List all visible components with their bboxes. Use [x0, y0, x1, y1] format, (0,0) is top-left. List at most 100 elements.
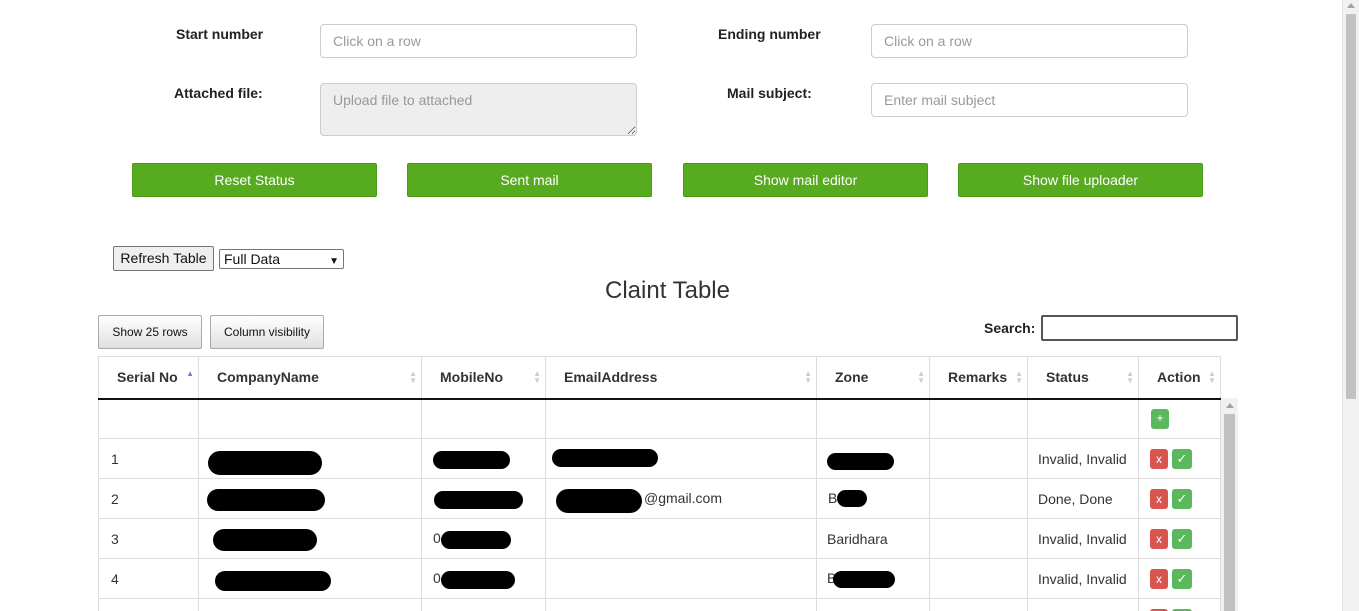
show-rows-button[interactable]: Show 25 rows: [98, 315, 202, 349]
mobile-cell: [421, 478, 546, 519]
remarks-cell: [929, 558, 1028, 599]
email-cell: [545, 558, 817, 599]
action-cell: [1138, 598, 1221, 611]
start-number-input[interactable]: [320, 24, 637, 58]
table-row[interactable]: 1 Invalid, Invalid x ✓: [98, 438, 1221, 479]
sort-icon: ▲ ▼: [409, 369, 417, 385]
data-filter-select-value: Full Data: [224, 251, 281, 267]
page-scrollbar[interactable]: [1342, 0, 1359, 611]
column-header-serial[interactable]: Serial No ▲ ▼: [98, 356, 199, 400]
table-cell[interactable]: [198, 398, 422, 439]
attached-file-textarea[interactable]: [320, 83, 637, 136]
company-cell: [198, 518, 422, 559]
table-scrollbar[interactable]: [1221, 398, 1238, 611]
approve-row-button[interactable]: ✓: [1172, 488, 1192, 509]
redaction-mark: [207, 489, 325, 511]
data-filter-select[interactable]: Full Data ▼: [219, 249, 344, 269]
table-header-row: Serial No ▲ ▼ CompanyName ▲ ▼ MobileNo ▲ ▼ Ema…: [98, 356, 1221, 400]
sent-mail-button[interactable]: Sent mail: [407, 163, 652, 197]
sort-icon: ▲ ▼: [533, 369, 541, 385]
email-cell: @gmail.com: [545, 478, 817, 519]
table-title: Claint Table: [605, 277, 730, 304]
table-cell[interactable]: [545, 398, 817, 439]
column-header-status[interactable]: Status ▲ ▼: [1027, 356, 1139, 400]
action-cell: x ✓: [1138, 558, 1221, 599]
table-cell[interactable]: [929, 398, 1028, 439]
serial-cell: 1: [98, 438, 199, 479]
column-header-action[interactable]: Action ▲ ▼: [1138, 356, 1221, 400]
redaction-mark: [213, 529, 317, 551]
column-header-label: CompanyName: [217, 369, 319, 386]
delete-row-button[interactable]: x: [1150, 488, 1168, 509]
table-cell: [545, 598, 817, 611]
column-visibility-button[interactable]: Column visibility: [210, 315, 324, 349]
table-scrollbar-thumb[interactable]: [1224, 414, 1235, 611]
zone-cell: B ara: [816, 478, 930, 519]
table-cell[interactable]: [98, 398, 199, 439]
search-input[interactable]: [1041, 315, 1238, 341]
status-cell: Invalid, Invalid: [1027, 518, 1139, 559]
show-mail-editor-button[interactable]: Show mail editor: [683, 163, 928, 197]
show-file-uploader-button[interactable]: Show file uploader: [958, 163, 1203, 197]
search-label: Search:: [984, 320, 1036, 336]
column-header-zone[interactable]: Zone ▲ ▼: [816, 356, 930, 400]
approve-row-button[interactable]: ✓: [1172, 528, 1192, 549]
redaction-mark: [441, 531, 511, 549]
table-row-new: +: [98, 398, 1221, 439]
sort-icon: ▲ ▼: [1126, 369, 1134, 385]
table-cell: [198, 598, 422, 611]
redaction-mark: [552, 449, 658, 467]
zone-cell: B: [816, 558, 930, 599]
page-scrollbar-thumb[interactable]: [1346, 14, 1356, 399]
column-header-remarks[interactable]: Remarks ▲ ▼: [929, 356, 1028, 400]
column-header-label: Status: [1046, 369, 1089, 386]
redaction-mark: [215, 571, 331, 591]
email-text: @gmail.com: [644, 490, 723, 506]
table-row[interactable]: 2 @gmail.com B ara Done, Done x✓: [98, 478, 1221, 519]
email-cell: [545, 438, 817, 479]
mobile-cell: [421, 438, 546, 479]
table-cell[interactable]: [816, 398, 930, 439]
start-number-label: Start number: [176, 26, 264, 42]
ending-number-input[interactable]: [871, 24, 1188, 58]
status-cell: Invalid, Invalid: [1027, 438, 1139, 479]
redaction-mark: [556, 489, 642, 513]
delete-row-button[interactable]: x: [1150, 528, 1168, 549]
chevron-down-icon: ▼: [329, 256, 339, 267]
table-cell[interactable]: [421, 398, 546, 439]
column-header-company[interactable]: CompanyName ▲ ▼: [198, 356, 422, 400]
serial-cell: 2: [98, 478, 199, 519]
table-row[interactable]: [98, 598, 1221, 611]
column-header-label: Remarks: [948, 369, 1008, 386]
delete-row-button[interactable]: x: [1150, 448, 1168, 469]
approve-row-button[interactable]: ✓: [1172, 568, 1192, 589]
approve-row-button[interactable]: ✓: [1172, 448, 1192, 469]
table-cell[interactable]: [1027, 398, 1139, 439]
status-cell: Done, Done: [1027, 478, 1139, 519]
delete-row-button[interactable]: x: [1150, 568, 1168, 589]
mail-subject-label: Mail subject:: [727, 85, 812, 101]
mobile-cell: 0 49: [421, 518, 546, 559]
table-scroll-up-arrow-icon[interactable]: [1226, 403, 1234, 408]
redaction-mark: [837, 490, 867, 507]
table-row[interactable]: 3 0 49 Baridhara Invalid, Invalid x✓: [98, 518, 1221, 559]
table-row[interactable]: 4 0 8 B Invalid, Invalid x✓: [98, 558, 1221, 599]
reset-status-button[interactable]: Reset Status: [132, 163, 377, 197]
client-table-container: Serial No ▲ ▼ CompanyName ▲ ▼ MobileNo ▲ ▼ Ema…: [98, 356, 1238, 611]
mail-subject-input[interactable]: [871, 83, 1188, 117]
sort-icon: ▲ ▼: [1015, 369, 1023, 385]
add-row-button[interactable]: +: [1151, 408, 1169, 429]
remarks-cell: [929, 438, 1028, 479]
column-header-mobile[interactable]: MobileNo ▲ ▼: [421, 356, 546, 400]
table-cell: [929, 598, 1028, 611]
refresh-table-button[interactable]: Refresh Table: [113, 246, 214, 271]
redaction-mark: [441, 571, 515, 589]
company-cell: [198, 438, 422, 479]
status-cell: Invalid, Invalid: [1027, 558, 1139, 599]
column-header-email[interactable]: EmailAddress ▲ ▼: [545, 356, 817, 400]
column-header-label: Action: [1157, 369, 1201, 386]
scroll-up-arrow-icon[interactable]: [1347, 3, 1355, 8]
sort-icon: ▲ ▼: [1208, 369, 1216, 385]
table-cell-action: +: [1138, 398, 1221, 439]
redaction-mark: [827, 453, 894, 470]
